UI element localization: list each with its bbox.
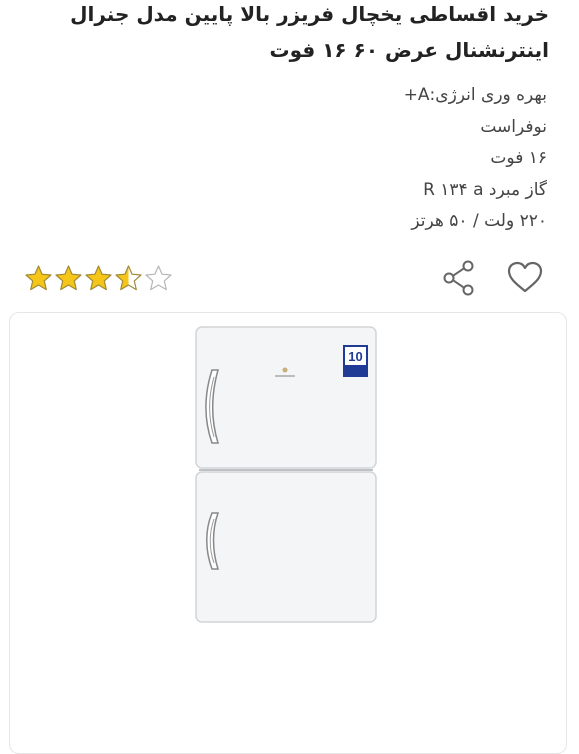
product-actions	[435, 258, 545, 298]
star-icon	[25, 265, 52, 291]
product-image-box: 10	[9, 312, 567, 754]
refrigerator-image[interactable]: 10	[195, 325, 381, 625]
feature-energy: بهره وری انرژی:A+	[403, 85, 547, 105]
feature-capacity: ۱۶ فوت	[490, 148, 547, 168]
feature-gas: گاز مبرد R ۱۳۴ a	[423, 179, 547, 200]
star-icon	[85, 265, 112, 291]
product-title: خرید اقساطی یخچال فریزر بالا پایین مدل ج…	[70, 2, 549, 62]
feature-list: بهره وری انرژی:A+ نوفراست ۱۶ فوت گاز مبر…	[247, 80, 547, 238]
star-icon	[145, 265, 172, 291]
share-button[interactable]	[439, 258, 479, 298]
feature-power: ۲۲۰ ولت / ۵۰ هرتز	[411, 211, 547, 231]
energy-label: 10	[348, 349, 362, 364]
share-icon	[443, 260, 474, 296]
star-icon	[55, 265, 82, 291]
heart-icon	[507, 261, 543, 293]
favorite-button[interactable]	[505, 258, 545, 298]
feature-frost: نوفراست	[480, 116, 547, 137]
rating-stars	[24, 264, 173, 292]
star-icon	[115, 265, 142, 291]
